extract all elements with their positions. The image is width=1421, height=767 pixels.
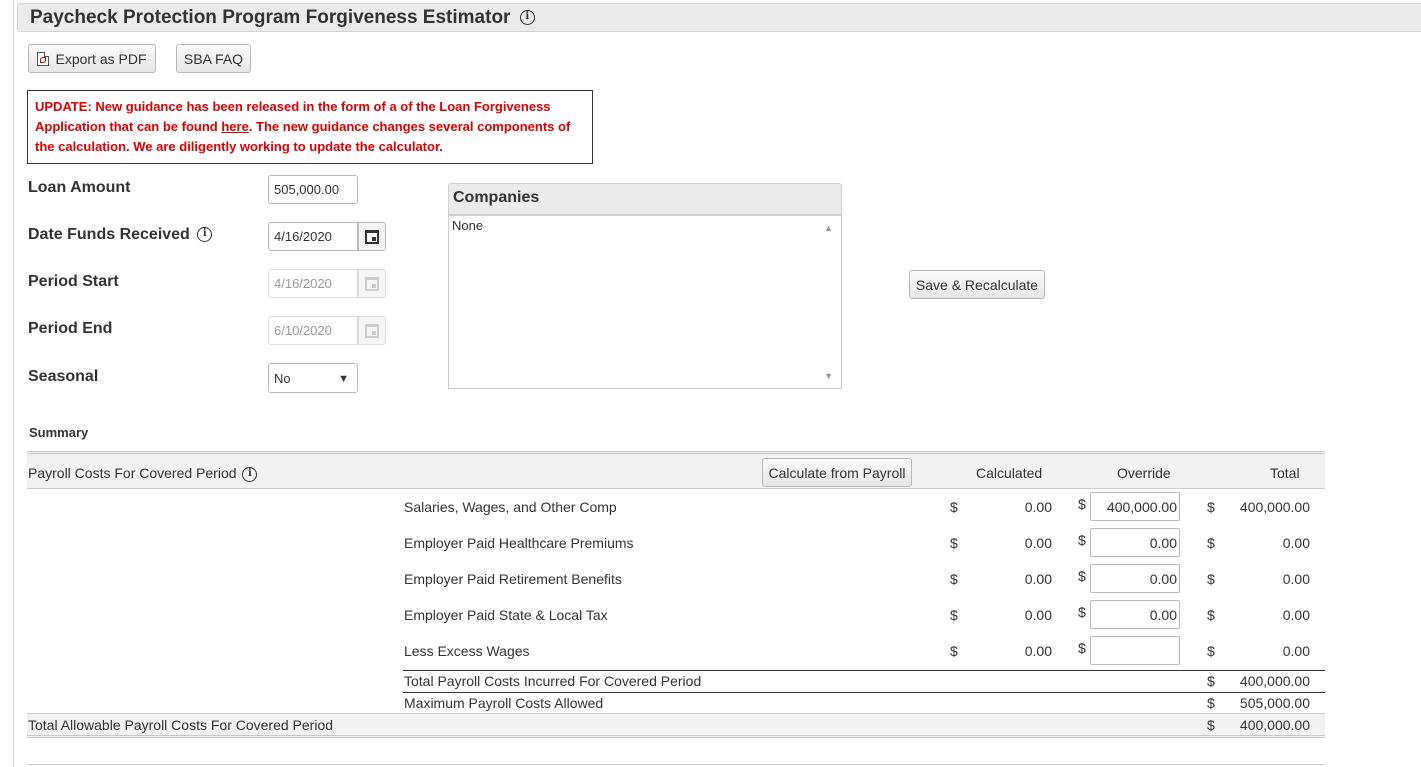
- row-label: Less Excess Wages: [404, 643, 530, 659]
- currency-symbol: $: [950, 499, 958, 515]
- override-input[interactable]: 0.00: [1090, 600, 1180, 629]
- page-title-text: Paycheck Protection Program Forgiveness …: [30, 7, 511, 28]
- total-value: 0.00: [1282, 643, 1310, 659]
- export-pdf-label: Export as PDF: [55, 50, 147, 67]
- divider: [403, 692, 1325, 693]
- currency-symbol: $: [950, 643, 958, 659]
- date-funds-received-input[interactable]: 4/16/2020: [268, 222, 358, 251]
- date-funds-received-text: Date Funds Received: [28, 226, 190, 243]
- calculated-value: 0.00: [1024, 571, 1052, 587]
- override-input[interactable]: 400,000.00: [1090, 492, 1180, 521]
- currency-symbol: $: [1207, 571, 1215, 587]
- currency-symbol: $: [1078, 496, 1086, 512]
- currency-symbol: $: [1078, 532, 1086, 548]
- calculated-value: 0.00: [1024, 643, 1052, 659]
- period-start-input: 4/16/2020: [268, 269, 358, 298]
- summary-label: Summary: [29, 425, 89, 440]
- chevron-down-icon: ▼: [338, 373, 349, 385]
- period-end-label: Period End: [28, 320, 113, 337]
- calendar-icon: [365, 229, 379, 244]
- maximum-allowed-value: 505,000.00: [1239, 695, 1310, 711]
- currency-symbol: $: [1207, 607, 1215, 623]
- column-total: Total: [1270, 465, 1300, 481]
- currency-symbol: $: [1207, 499, 1215, 515]
- left-border: [13, 0, 14, 767]
- section-title-text: Payroll Costs For Covered Period: [28, 465, 237, 481]
- override-input[interactable]: 0.00: [1090, 564, 1180, 593]
- column-override: Override: [1117, 465, 1171, 481]
- currency-symbol: $: [1078, 568, 1086, 584]
- calendar-icon: [365, 323, 379, 338]
- scroll-up-icon[interactable]: ▲: [824, 223, 833, 233]
- currency-symbol: $: [950, 571, 958, 587]
- column-calculated: Calculated: [976, 465, 1043, 481]
- update-notice: UPDATE: New guidance has been released i…: [27, 90, 593, 164]
- currency-symbol: $: [1078, 604, 1086, 620]
- row-label: Employer Paid Healthcare Premiums: [404, 535, 634, 551]
- calendar-button[interactable]: [358, 222, 386, 251]
- override-input[interactable]: [1090, 636, 1180, 665]
- companies-list[interactable]: None ▲ ▼: [448, 215, 842, 389]
- date-funds-received-label: Date Funds Received i: [28, 226, 213, 244]
- page-title: Paycheck Protection Program Forgiveness …: [30, 7, 535, 29]
- currency-symbol: $: [950, 607, 958, 623]
- row-label: Employer Paid Retirement Benefits: [404, 571, 622, 587]
- calculated-value: 0.00: [1024, 535, 1052, 551]
- save-recalculate-button[interactable]: Save & Recalculate: [909, 270, 1045, 299]
- loan-amount-label: Loan Amount: [28, 179, 131, 196]
- calendar-icon: [365, 276, 379, 291]
- loan-amount-input[interactable]: 505,000.00: [268, 175, 358, 204]
- calendar-button-disabled: [358, 316, 386, 345]
- scroll-down-icon[interactable]: ▼: [824, 371, 833, 381]
- row-label: Employer Paid State & Local Tax: [404, 607, 608, 623]
- list-item[interactable]: None: [452, 218, 838, 233]
- title-bar: Paycheck Protection Program Forgiveness …: [17, 3, 1421, 32]
- currency-symbol: $: [950, 535, 958, 551]
- currency-symbol: $: [1207, 695, 1215, 711]
- total-value: 400,000.00: [1239, 499, 1310, 515]
- update-here-link[interactable]: here: [221, 119, 248, 134]
- row-label: Salaries, Wages, and Other Comp: [404, 499, 617, 515]
- total-value: 0.00: [1282, 607, 1310, 623]
- currency-symbol: $: [1207, 717, 1215, 733]
- currency-symbol: $: [1078, 640, 1086, 656]
- total-incurred-label: Total Payroll Costs Incurred For Covered…: [404, 673, 702, 689]
- calculated-value: 0.00: [1024, 499, 1052, 515]
- companies-header: Companies: [448, 183, 842, 215]
- seasonal-select[interactable]: No ▼: [268, 363, 358, 393]
- period-start-label: Period Start: [28, 273, 119, 290]
- divider: [27, 764, 1325, 765]
- info-icon[interactable]: i: [242, 466, 258, 482]
- total-allowable-row: Total Allowable Payroll Costs For Covere…: [27, 713, 1325, 738]
- calculated-value: 0.00: [1024, 607, 1052, 623]
- calculate-from-payroll-button[interactable]: Calculate from Payroll: [762, 458, 912, 487]
- currency-symbol: $: [1207, 673, 1215, 689]
- summary-table-header: Payroll Costs For Covered Period i Calcu…: [27, 451, 1325, 489]
- info-icon[interactable]: i: [519, 10, 535, 26]
- period-end-input: 6/10/2020: [268, 316, 358, 345]
- maximum-allowed-label: Maximum Payroll Costs Allowed: [404, 695, 604, 711]
- total-value: 0.00: [1282, 535, 1310, 551]
- total-allowable-label: Total Allowable Payroll Costs For Covere…: [28, 717, 334, 733]
- sba-faq-button[interactable]: SBA FAQ: [176, 44, 251, 73]
- currency-symbol: $: [1207, 535, 1215, 551]
- pdf-file-icon: [37, 51, 50, 66]
- seasonal-value: No: [274, 371, 291, 386]
- export-pdf-button[interactable]: Export as PDF: [28, 44, 156, 73]
- payroll-costs-section-title: Payroll Costs For Covered Period i: [28, 465, 258, 482]
- override-input[interactable]: 0.00: [1090, 528, 1180, 557]
- currency-symbol: $: [1207, 643, 1215, 659]
- divider: [403, 670, 1325, 671]
- calendar-button-disabled: [358, 269, 386, 298]
- total-value: 0.00: [1282, 571, 1310, 587]
- seasonal-label: Seasonal: [28, 368, 99, 385]
- total-incurred-value: 400,000.00: [1239, 673, 1310, 689]
- info-icon[interactable]: i: [197, 227, 213, 243]
- total-allowable-value: 400,000.00: [1239, 717, 1310, 733]
